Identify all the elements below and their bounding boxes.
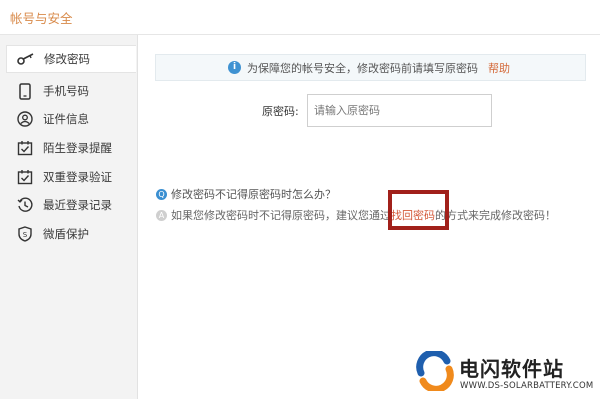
watermark-url: WWW.DS-SOLARBATTERY.COM: [460, 381, 594, 391]
notice-text: 为保障您的帐号安全，修改密码前请填写原密码: [247, 61, 478, 75]
faq-answer: A 如果您修改密码时不记得原密码，建议您通过 找回密码 的方式来完成修改密码！: [156, 207, 556, 223]
security-notice: i 为保障您的帐号安全，修改密码前请填写原密码 帮助: [155, 54, 586, 81]
info-icon: i: [228, 61, 241, 74]
window-title: 帐号与安全: [10, 11, 73, 26]
faq-question-text: 修改密码不记得原密码时怎么办？: [171, 188, 336, 201]
sidebar-item-label: 手机号码: [43, 84, 89, 98]
sidebar-item-two-step-verification[interactable]: 双重登录验证: [0, 163, 137, 191]
sidebar-item-id-info[interactable]: 证件信息: [0, 105, 137, 133]
watermark-name: 电闪软件站: [459, 357, 564, 381]
sidebar-item-label: 陌生登录提醒: [43, 141, 112, 155]
svg-text:S: S: [23, 231, 28, 239]
sidebar-item-micro-shield[interactable]: S 微盾保护: [0, 220, 137, 248]
answer-icon: A: [156, 209, 167, 221]
sidebar-item-label: 证件信息: [43, 112, 89, 126]
faq-answer-prefix: 如果您修改密码时不记得原密码，建议您通过: [171, 209, 391, 222]
key-icon: [16, 50, 36, 68]
question-icon: Q: [156, 188, 167, 200]
highlight-box: [388, 190, 449, 230]
sidebar-item-label: 微盾保护: [43, 227, 89, 241]
sidebar-item-unfamiliar-login-alert[interactable]: 陌生登录提醒: [0, 134, 137, 162]
sidebar-item-label: 修改密码: [44, 52, 90, 66]
history-icon: [15, 196, 35, 214]
calendar-check-icon: [15, 139, 35, 157]
sidebar-item-change-password[interactable]: 修改密码: [6, 45, 136, 73]
id-card-icon: [15, 110, 35, 128]
faq-answer-suffix: 的方式来完成修改密码！: [435, 209, 556, 222]
calendar-check-icon: [15, 168, 35, 186]
sidebar-item-phone-number[interactable]: 手机号码: [0, 77, 137, 105]
help-link[interactable]: 帮助: [488, 60, 510, 76]
faq-question: Q 修改密码不记得原密码时怎么办？: [156, 186, 336, 202]
watermark: 电闪软件站 WWW.DS-SOLARBATTERY.COM: [401, 345, 600, 399]
sidebar: 修改密码 手机号码 证件信息 陌生登录提醒 双重登录验证 最近登录记录 S 微盾…: [0, 35, 138, 399]
sidebar-item-label: 双重登录验证: [43, 170, 112, 184]
watermark-logo-icon: [415, 349, 455, 394]
old-password-label: 原密码:: [262, 105, 299, 118]
sidebar-item-recent-logins[interactable]: 最近登录记录: [0, 191, 137, 219]
title-bar: 帐号与安全: [0, 0, 600, 35]
sidebar-item-label: 最近登录记录: [43, 198, 112, 212]
old-password-input[interactable]: [307, 94, 492, 127]
shield-icon: S: [15, 225, 35, 243]
phone-icon: [15, 82, 35, 100]
